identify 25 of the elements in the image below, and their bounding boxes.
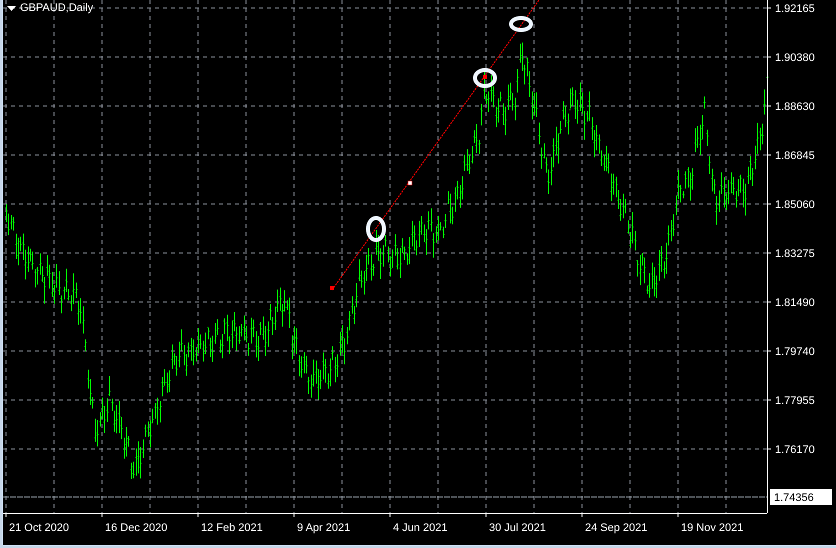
- date-axis-label: 21 Oct 2020: [9, 522, 69, 534]
- date-axis-label: 19 Nov 2021: [681, 522, 744, 534]
- price-axis-label: 1.79740: [775, 346, 815, 358]
- date-axis-label: 24 Sep 2021: [585, 522, 648, 534]
- price-axis-label: 1.86845: [775, 150, 815, 162]
- price-axis-label: 1.92165: [775, 3, 815, 15]
- date-axis-label: 16 Dec 2020: [105, 522, 168, 534]
- price-axis-label: 1.90380: [775, 52, 815, 64]
- date-axis-label: 9 Apr 2021: [297, 522, 350, 534]
- price-axis-label: 1.81490: [775, 297, 815, 309]
- chart-title: GBPAUD,Daily: [20, 2, 94, 15]
- price-axis-label: 1.85060: [775, 199, 815, 211]
- date-axis-label: 30 Jul 2021: [489, 522, 546, 534]
- highlight-ring: [366, 216, 386, 242]
- date-axis-label: 12 Feb 2021: [201, 522, 263, 534]
- price-axis-label: 1.88630: [775, 101, 815, 113]
- price-tag-label: 1.74356: [774, 492, 814, 504]
- price-axis-label: 1.76170: [775, 444, 815, 456]
- price-axis-label: 1.83275: [775, 248, 815, 260]
- date-axis-label: 4 Jun 2021: [393, 522, 448, 534]
- dropdown-triangle-icon[interactable]: [7, 6, 16, 11]
- price-tag: [770, 489, 832, 505]
- highlight-ring: [473, 68, 497, 88]
- price-axis-label: 1.77955: [775, 395, 815, 407]
- highlight-ring: [509, 16, 533, 32]
